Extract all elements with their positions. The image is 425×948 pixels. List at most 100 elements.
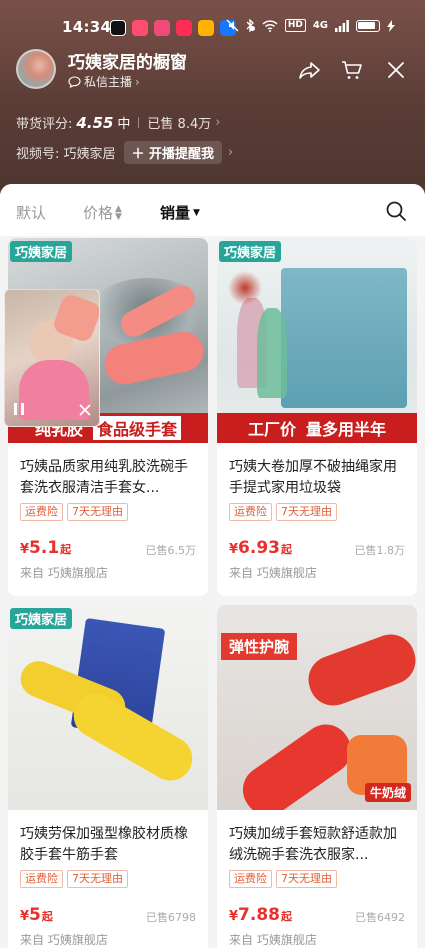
- hd-badge: HD: [284, 19, 306, 32]
- tag-7day-return: 7天无理由: [276, 870, 337, 888]
- shop-name: 巧姨家居的橱窗: [68, 53, 187, 73]
- tag-freight-insurance: 运费险: [20, 870, 63, 888]
- product-source: 来自 巧姨旗舰店: [20, 933, 108, 947]
- banner-left: 工厂价: [247, 420, 296, 439]
- tag-freight-insurance: 运费险: [20, 503, 63, 521]
- product-tags: 运费险 7天无理由: [229, 503, 337, 521]
- product-sheet: 默认 价格 ▲ ▼ 销量 ▼ 巧姨家居 纯乳胶 食品级手套 巧姨品质家用纯乳胶洗碗…: [0, 184, 425, 948]
- product-title: 巧姨加绒手套短款舒适款加绒洗碗手套洗衣服家...: [229, 826, 397, 863]
- caret-down-icon: ▼: [193, 207, 200, 218]
- product-image: 巧姨家居: [8, 605, 208, 810]
- sort-price-label: 价格: [83, 204, 114, 222]
- product-sold: 已售1.8万: [354, 544, 406, 557]
- mute-icon: [226, 19, 239, 32]
- tag-freight-insurance: 运费险: [229, 870, 272, 888]
- dm-label: 私信主播: [84, 75, 133, 89]
- sort-price[interactable]: 价格 ▲ ▼: [83, 202, 122, 223]
- product-card[interactable]: 巧姨家居 巧姨劳保加强型橡胶材质橡胶手套牛筋手套 运费险 7天无理由 ¥5起 已…: [8, 605, 208, 948]
- chat-bubble-icon: [68, 75, 81, 88]
- sold-total: 已售 8.4万: [147, 117, 212, 132]
- search-icon[interactable]: [385, 200, 407, 222]
- product-sold: 已售6492: [355, 911, 405, 924]
- battery-icon: [356, 19, 380, 32]
- cart-icon[interactable]: [340, 58, 364, 82]
- flower-shape: [225, 268, 265, 308]
- close-icon[interactable]: [79, 404, 91, 416]
- chevron-right-icon: ›: [215, 115, 221, 130]
- dm-anchor-link[interactable]: 私信主播 ›: [68, 73, 140, 90]
- brand-tag: 巧姨家居: [10, 608, 73, 629]
- close-icon[interactable]: [384, 58, 408, 82]
- price-symbol: ¥: [229, 542, 239, 557]
- product-tags: 运费险 7天无理由: [20, 870, 128, 888]
- app-icon: [176, 20, 192, 36]
- pause-icon[interactable]: [13, 402, 25, 416]
- tag-7day-return: 7天无理由: [276, 503, 337, 521]
- bag-box-shape: [281, 268, 407, 408]
- product-tags: 运费险 7天无理由: [229, 870, 337, 888]
- bluetooth-icon: [246, 19, 254, 32]
- bag-shape: [257, 308, 287, 398]
- product-sold: 已售6798: [146, 911, 196, 924]
- share-icon[interactable]: [298, 58, 322, 82]
- price-value: 5.1: [29, 538, 60, 558]
- corner-badge: 牛奶绒: [364, 783, 411, 802]
- glove-shape: [301, 627, 417, 713]
- product-price: ¥7.88起: [229, 905, 292, 925]
- product-title: 巧姨劳保加强型橡胶材质橡胶手套牛筋手套: [20, 826, 188, 863]
- price-symbol: ¥: [229, 909, 239, 924]
- price-symbol: ¥: [20, 542, 30, 557]
- status-time: 14:34: [62, 18, 112, 36]
- rating-row[interactable]: 带货评分: 4.55 中 已售 8.4万 ›: [16, 113, 221, 133]
- chevron-right-icon: ›: [228, 145, 234, 160]
- tag-freight-insurance: 运费险: [229, 503, 272, 521]
- live-remind-button[interactable]: ＋ 开播提醒我: [123, 141, 223, 164]
- product-source: 来自 巧姨旗舰店: [20, 566, 108, 580]
- signal-icon: [335, 19, 349, 32]
- product-price: ¥5.1起: [20, 538, 71, 558]
- brand-tag: 巧姨家居: [219, 241, 282, 262]
- status-indicators: HD 4G: [226, 19, 395, 32]
- product-title: 巧姨大卷加厚不破抽绳家用手提式家用垃圾袋: [229, 459, 397, 496]
- tiktok-icon: [110, 20, 126, 36]
- floating-video-player[interactable]: [4, 289, 100, 427]
- shop-avatar[interactable]: [16, 49, 56, 89]
- product-title: 巧姨品质家用纯乳胶洗碗手套洗衣服清洁手套女...: [20, 459, 188, 496]
- price-suffix: 起: [41, 910, 53, 923]
- video-account-row: 视频号: 巧姨家居 ＋ 开播提醒我 ›: [16, 141, 233, 164]
- product-card[interactable]: 巧姨家居 工厂价 量多用半年 巧姨大卷加厚不破抽绳家用手提式家用垃圾袋 运费险 …: [217, 238, 417, 596]
- price-suffix: 起: [281, 543, 292, 556]
- wifi-icon: [262, 19, 278, 32]
- network-label: 4G: [312, 20, 328, 31]
- app-icon: [198, 20, 214, 36]
- product-banner: 工厂价 量多用半年: [217, 413, 417, 443]
- price-value: 5: [29, 905, 41, 925]
- banner-right: 食品级手套: [93, 416, 182, 440]
- product-source: 来自 巧姨旗舰店: [229, 566, 317, 580]
- sort-default[interactable]: 默认: [16, 202, 46, 223]
- price-suffix: 起: [281, 910, 292, 923]
- sort-arrows-icon: ▲ ▼: [115, 203, 122, 222]
- product-source: 来自 巧姨旗舰店: [229, 933, 317, 947]
- product-badge: 弹性护腕: [221, 633, 298, 660]
- glove-shape: [233, 715, 361, 810]
- app-icon: [132, 20, 148, 36]
- tag-7day-return: 7天无理由: [67, 503, 128, 521]
- price-value: 7.88: [238, 905, 280, 925]
- sort-bar: 默认 价格 ▲ ▼ 销量 ▼: [0, 184, 425, 236]
- charging-icon: [387, 19, 395, 32]
- price-symbol: ¥: [20, 909, 30, 924]
- brand-tag: 巧姨家居: [10, 241, 73, 262]
- sort-sales[interactable]: 销量 ▼: [160, 202, 200, 223]
- chevron-right-icon: ›: [135, 74, 140, 89]
- shop-header: 14:34 HD 4G 巧姨家居的橱窗 私信主播 › 带货评分: 4.55 中 …: [0, 0, 425, 196]
- product-price: ¥6.93起: [229, 538, 292, 558]
- product-tags: 运费险 7天无理由: [20, 503, 128, 521]
- status-bar: 14:34 HD 4G: [0, 18, 425, 40]
- sort-sales-label: 销量: [160, 204, 191, 222]
- tag-7day-return: 7天无理由: [67, 870, 128, 888]
- product-image: 弹性护腕 牛奶绒: [217, 605, 417, 810]
- product-sold: 已售6.5万: [145, 544, 197, 557]
- price-suffix: 起: [60, 543, 72, 556]
- product-card[interactable]: 弹性护腕 牛奶绒 巧姨加绒手套短款舒适款加绒洗碗手套洗衣服家... 运费险 7天…: [217, 605, 417, 948]
